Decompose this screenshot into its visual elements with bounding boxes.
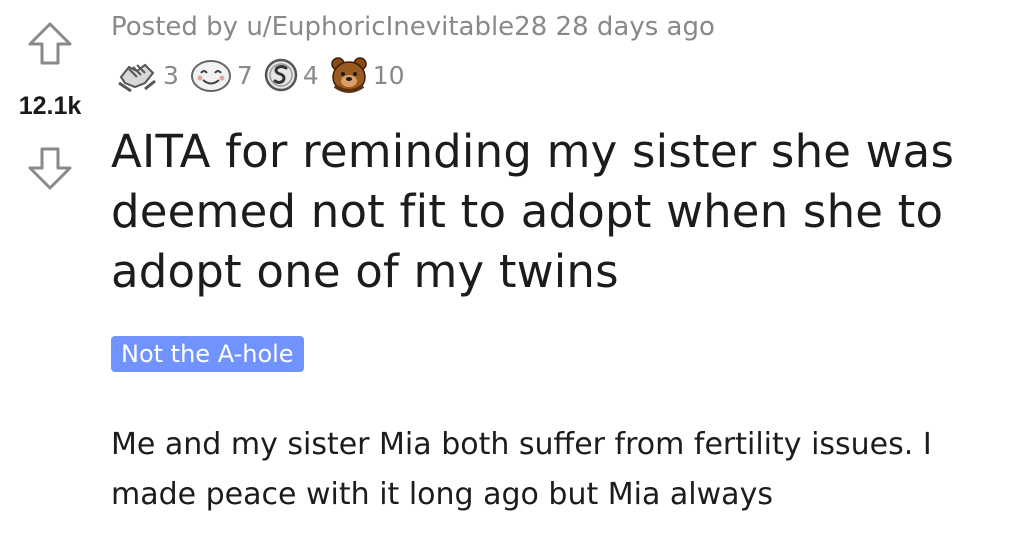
award-bear[interactable]: 10 xyxy=(329,56,405,94)
bear-award-icon xyxy=(330,57,367,93)
silver-coin-award-icon xyxy=(264,58,298,92)
award-count: 7 xyxy=(236,60,253,90)
post-time: 28 days ago xyxy=(555,12,715,42)
award-wholesome[interactable]: 7 xyxy=(189,57,253,93)
posted-by-label: Posted by xyxy=(111,12,239,42)
award-silver[interactable]: 4 xyxy=(263,57,319,93)
award-count: 3 xyxy=(163,60,179,90)
downvote-arrow-icon xyxy=(28,147,72,190)
awards-row[interactable]: 3 7 4 10 xyxy=(115,56,415,94)
award-handshake[interactable]: 3 xyxy=(115,57,179,93)
upvote-arrow-icon xyxy=(28,22,72,65)
award-count: 10 xyxy=(372,60,405,90)
award-count: 4 xyxy=(302,60,319,90)
post-title[interactable]: AITA for reminding my sister she was dee… xyxy=(111,122,1001,302)
post-flair[interactable]: Not the A-hole xyxy=(111,336,304,372)
vote-column: 12.1k xyxy=(0,0,100,535)
downvote-button[interactable] xyxy=(22,140,78,196)
wholesome-face-award-icon xyxy=(190,60,231,92)
author-link[interactable]: u/EuphoricInevitable28 xyxy=(246,12,547,42)
handshake-award-icon xyxy=(118,63,156,93)
upvote-button[interactable] xyxy=(22,16,78,72)
vote-score: 12.1k xyxy=(18,92,82,120)
post-body: Me and my sister Mia both suffer from fe… xyxy=(111,427,932,512)
post-meta: Posted by u/EuphoricInevitable28 28 days… xyxy=(111,12,715,42)
